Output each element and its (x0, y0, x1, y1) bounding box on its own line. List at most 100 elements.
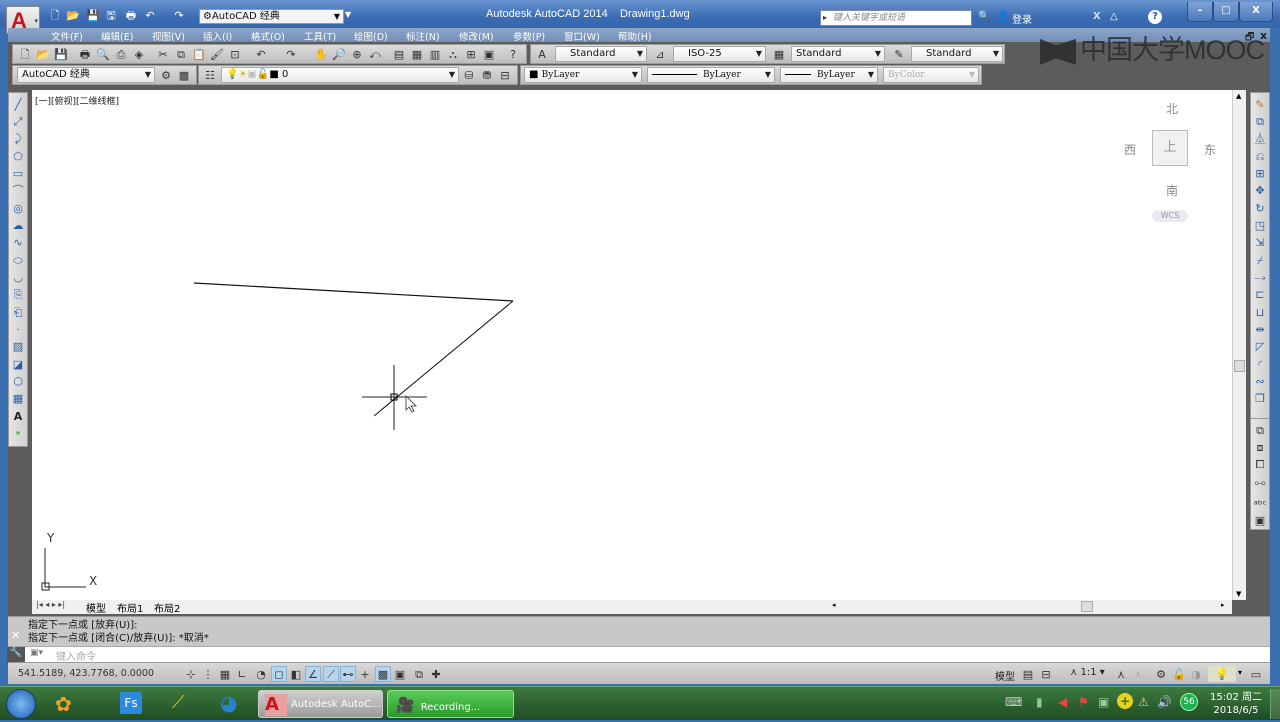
viewcube[interactable]: 北 西 东 南 上 WCS (1122, 98, 1222, 228)
autodesk-360-icon[interactable]: △ (1110, 11, 1118, 22)
zoom-previous-icon[interactable]: ⤺ (367, 47, 383, 62)
menu-parametric[interactable]: 参数(P) (513, 29, 545, 43)
menu-format[interactable]: 格式(O) (251, 29, 285, 43)
pan-icon[interactable]: ✋ (313, 47, 329, 62)
paste-icon[interactable]: 📋 (191, 47, 207, 62)
wcs-menu[interactable]: WCS (1152, 210, 1188, 222)
ellipse-arc-icon[interactable]: ◡ (10, 270, 26, 286)
layer-previous-icon[interactable]: ⛃ (479, 68, 495, 83)
hatch-back-icon[interactable]: ▣ (1252, 513, 1268, 529)
linetype-dropdown[interactable]: ByLayer ▼ (647, 67, 775, 83)
help-icon[interactable]: ? (505, 47, 521, 62)
drawing-canvas[interactable]: Y X 北 西 东 南 上 WCS (32, 90, 1232, 600)
annotation-visibility-icon[interactable]: ⋏ (1113, 666, 1129, 682)
undo-icon[interactable]: ↶ (253, 47, 269, 62)
line-icon[interactable]: ╱ (10, 97, 26, 113)
break-at-point-icon[interactable]: ⊏ (1252, 287, 1268, 303)
polar-tracking-icon[interactable]: ◔ (253, 666, 269, 682)
calculator-icon[interactable]: ▣ (481, 47, 497, 62)
design-center-icon[interactable]: ▦ (409, 47, 425, 62)
command-input[interactable]: 🔧 ▣▾ 键入命令 (7, 646, 1270, 663)
vertical-scroll-thumb[interactable] (1234, 360, 1245, 372)
polygon-icon[interactable]: ⬠ (10, 149, 26, 165)
doc-close-icon[interactable]: x (1260, 29, 1267, 42)
viewcube-east[interactable]: 东 (1204, 141, 1216, 158)
text-style-icon[interactable]: A (534, 47, 550, 62)
menu-tools[interactable]: 工具(T) (304, 29, 336, 43)
save-icon[interactable]: 💾 (53, 47, 69, 62)
chamfer-icon[interactable]: ◸ (1252, 339, 1268, 355)
maximize-button[interactable]: □ (1213, 2, 1239, 22)
menu-file[interactable]: 文件(F) (51, 29, 83, 43)
annotation-monitor-icon[interactable]: ✚ (428, 666, 444, 682)
bring-to-front-icon[interactable]: ⧉ (1252, 423, 1268, 439)
properties-icon[interactable]: ▤ (391, 47, 407, 62)
lineweight-icon[interactable]: + (357, 666, 373, 682)
object-snap-icon[interactable]: ◻ (271, 666, 287, 682)
clock[interactable]: 15:02 周二 2018/6/5 (1210, 691, 1262, 717)
workspace-switching-icon[interactable]: ⚙ (1153, 666, 1169, 682)
menu-modify[interactable]: 修改(M) (459, 29, 494, 43)
scroll-down-icon[interactable]: ▼ (1236, 590, 1241, 598)
dim-style-dropdown[interactable]: ISO-25 ▼ (673, 46, 766, 62)
hatch-icon[interactable]: ▨ (10, 339, 26, 355)
menu-insert[interactable]: 插入(I) (203, 29, 232, 43)
security-icon[interactable]: + (1117, 693, 1133, 709)
performance-badge[interactable]: 56 (1180, 693, 1198, 711)
plot-preview-icon[interactable]: 🔍 (95, 47, 111, 62)
tool-palettes-icon[interactable]: ▥ (427, 47, 443, 62)
color-dropdown[interactable]: ■ ByLayer ▼ (524, 67, 642, 83)
polyline-icon[interactable]: ⤸ (10, 131, 26, 147)
taskbar-item-autocad[interactable]: A Autodesk AutoC... (258, 690, 383, 718)
viewcube-west[interactable]: 西 (1124, 141, 1136, 158)
scroll-up-icon[interactable]: ▲ (1236, 92, 1241, 100)
mleader-style-dropdown[interactable]: Standard ▼ (911, 46, 1003, 62)
scale-icon[interactable]: ◳ (1252, 218, 1268, 234)
menu-help[interactable]: 帮助(H) (618, 29, 652, 43)
table-icon[interactable]: ▦ (10, 391, 26, 407)
exchange-icon[interactable]: X (1093, 11, 1101, 22)
speaker-muted-icon[interactable]: ◀ (1058, 695, 1067, 709)
pen-tool-icon[interactable]: ⟋ (172, 692, 185, 713)
clean-screen-icon[interactable]: ▩ (176, 68, 192, 83)
toolbar-lock-icon[interactable]: 🔓 (1171, 666, 1187, 682)
close-command-line-icon[interactable]: ✕ (11, 629, 20, 642)
make-block-icon[interactable]: ⎗ (10, 305, 26, 321)
keyboard-icon[interactable]: ⌨ (1005, 695, 1022, 709)
fillet-icon[interactable]: ◜ (1252, 357, 1268, 373)
workspace-dropdown[interactable]: ⚙AutoCAD 经典 ▼ (199, 9, 344, 24)
point-icon[interactable]: · (10, 322, 26, 338)
binoculars-icon[interactable]: 🔍 (978, 11, 990, 22)
selection-cycling-icon[interactable]: ⧉ (411, 666, 427, 682)
menu-window[interactable]: 窗口(W) (564, 29, 600, 43)
status-menu-icon[interactable]: ▾ (1238, 668, 1242, 677)
save-as-icon[interactable]: 🖫 (104, 9, 118, 23)
mleader-style-icon[interactable]: ✎ (891, 47, 907, 62)
lineweight-dropdown[interactable]: ByLayer ▼ (780, 67, 878, 83)
viewcube-top-face[interactable]: 上 (1152, 130, 1188, 166)
help-icon[interactable]: ? (1148, 10, 1162, 24)
publish-icon[interactable]: ⎙ (113, 47, 129, 62)
workspace-settings-icon[interactable]: ⚙ (158, 68, 174, 83)
undo-icon[interactable]: ↶ (143, 9, 157, 23)
extend-icon[interactable]: ⤍ (1252, 270, 1268, 286)
app-launcher-icon[interactable]: ✿ (55, 692, 72, 716)
tab-layout1[interactable]: 布局1 (117, 600, 143, 615)
flag-icon[interactable]: ⚑ (1078, 695, 1089, 709)
fs-capture-icon[interactable]: Fs (120, 692, 142, 714)
viewcube-south[interactable]: 南 (1166, 182, 1178, 199)
qnew-icon[interactable]: 🗋 (17, 47, 33, 62)
trim-icon[interactable]: ⌿ (1252, 253, 1268, 269)
plot-icon[interactable]: 🖶 (77, 47, 93, 62)
break-icon[interactable]: ⊔ (1252, 305, 1268, 321)
hardware-acceleration-icon[interactable]: ◑ (1188, 666, 1204, 682)
explode-icon[interactable]: ❒ (1252, 391, 1268, 407)
rectangle-icon[interactable]: ▭ (10, 166, 26, 182)
revcloud-icon[interactable]: ☁ (10, 218, 26, 234)
object-snap-tracking-icon[interactable]: ∠ (305, 666, 321, 682)
ortho-mode-icon[interactable]: ∟ (234, 666, 250, 682)
horizontal-scroll-thumb[interactable] (1081, 601, 1093, 612)
customize-qat-icon[interactable]: ▼ (345, 10, 351, 19)
menu-dimension[interactable]: 标注(N) (406, 29, 440, 43)
zoom-realtime-icon[interactable]: 🔎 (331, 47, 347, 62)
